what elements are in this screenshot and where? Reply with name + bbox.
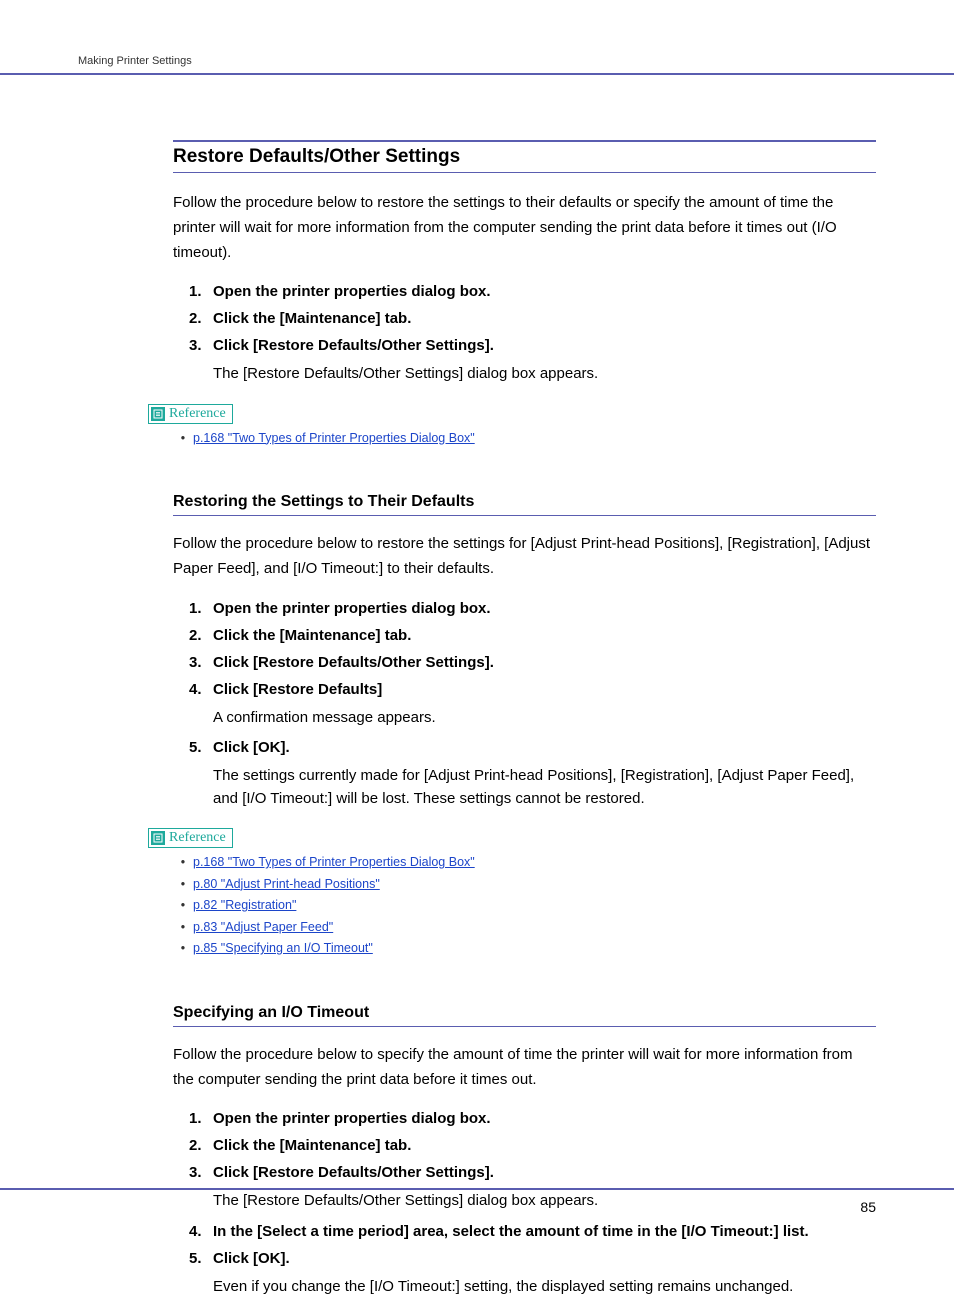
step-title: In the [Select a time period] area, sele…	[213, 1223, 876, 1240]
step-title: Open the printer properties dialog box.	[213, 1110, 876, 1127]
reference-link[interactable]: p.80 "Adjust Print-head Positions"	[193, 876, 380, 894]
reference-item: • p.168 "Two Types of Printer Properties…	[173, 430, 876, 448]
step-item: 5. Click [OK]. Even if you change the [I…	[189, 1250, 876, 1298]
step-title: Click [Restore Defaults/Other Settings].	[213, 1164, 876, 1181]
step-number: 1.	[189, 283, 213, 300]
step-title: Click the [Maintenance] tab.	[213, 627, 876, 644]
step-number: 1.	[189, 1110, 213, 1127]
step-item: 2. Click the [Maintenance] tab.	[189, 1137, 876, 1154]
reference-link[interactable]: p.82 "Registration"	[193, 897, 296, 915]
reference-link[interactable]: p.83 "Adjust Paper Feed"	[193, 919, 333, 937]
step-number: 2.	[189, 310, 213, 327]
reference-item: •p.168 "Two Types of Printer Properties …	[173, 854, 876, 872]
header-rule	[0, 73, 954, 75]
step-title: Click [OK].	[213, 739, 876, 756]
intro-text: Follow the procedure below to specify th…	[173, 1043, 876, 1093]
reference-item: •p.80 "Adjust Print-head Positions"	[173, 876, 876, 894]
reference-label: Reference	[169, 406, 226, 422]
reference-item: •p.82 "Registration"	[173, 897, 876, 915]
reference-icon	[151, 407, 165, 421]
reference-icon	[151, 831, 165, 845]
step-title: Click [Restore Defaults]	[213, 681, 876, 698]
step-item: 2. Click the [Maintenance] tab.	[189, 310, 876, 327]
reference-item: •p.83 "Adjust Paper Feed"	[173, 919, 876, 937]
step-item: 5. Click [OK]. The settings currently ma…	[189, 739, 876, 811]
subsection-title: Specifying an I/O Timeout	[173, 1004, 876, 1022]
bullet-icon: •	[173, 897, 193, 915]
step-item: 2. Click the [Maintenance] tab.	[189, 627, 876, 644]
step-title: Open the printer properties dialog box.	[213, 283, 876, 300]
section-title: Restore Defaults/Other Settings	[173, 140, 876, 168]
page-number: 85	[860, 1199, 876, 1215]
step-number: 5.	[189, 739, 213, 811]
step-title: Click [Restore Defaults/Other Settings].	[213, 654, 876, 671]
step-title: Click [Restore Defaults/Other Settings].	[213, 337, 876, 354]
subsection-title: Restoring the Settings to Their Defaults	[173, 493, 876, 511]
step-number: 4.	[189, 681, 213, 729]
bullet-icon: •	[173, 854, 193, 872]
step-note: The settings currently made for [Adjust …	[213, 764, 876, 811]
reference-item: •p.85 "Specifying an I/O Timeout"	[173, 940, 876, 958]
step-number: 1.	[189, 600, 213, 617]
step-title: Click the [Maintenance] tab.	[213, 310, 876, 327]
step-list: 1. Open the printer properties dialog bo…	[189, 600, 876, 811]
step-item: 3. Click [Restore Defaults/Other Setting…	[189, 337, 876, 385]
step-note: Even if you change the [I/O Timeout:] se…	[213, 1275, 876, 1298]
section-io-timeout: Specifying an I/O Timeout Follow the pro…	[173, 1004, 876, 1298]
step-title: Open the printer properties dialog box.	[213, 600, 876, 617]
step-item: 4. Click [Restore Defaults] A confirmati…	[189, 681, 876, 729]
step-number: 2.	[189, 1137, 213, 1154]
intro-text: Follow the procedure below to restore th…	[173, 532, 876, 582]
intro-text: Follow the procedure below to restore th…	[173, 191, 876, 265]
step-note: A confirmation message appears.	[213, 706, 876, 729]
step-item: 1. Open the printer properties dialog bo…	[189, 1110, 876, 1127]
step-note: The [Restore Defaults/Other Settings] di…	[213, 1189, 876, 1212]
bullet-icon: •	[173, 919, 193, 937]
bullet-icon: •	[173, 940, 193, 958]
step-title: Click the [Maintenance] tab.	[213, 1137, 876, 1154]
step-title: Click [OK].	[213, 1250, 876, 1267]
reference-link[interactable]: p.85 "Specifying an I/O Timeout"	[193, 940, 373, 958]
step-list: 1. Open the printer properties dialog bo…	[189, 283, 876, 385]
section-restore-defaults: Restore Defaults/Other Settings Follow t…	[173, 140, 876, 447]
reference-list: •p.168 "Two Types of Printer Properties …	[173, 854, 876, 958]
step-number: 4.	[189, 1223, 213, 1240]
title-underline	[173, 172, 876, 173]
step-item: 3. Click [Restore Defaults/Other Setting…	[189, 654, 876, 671]
reference-label: Reference	[169, 830, 226, 846]
step-item: 1. Open the printer properties dialog bo…	[189, 283, 876, 300]
reference-link[interactable]: p.168 "Two Types of Printer Properties D…	[193, 854, 475, 872]
step-number: 2.	[189, 627, 213, 644]
step-number: 5.	[189, 1250, 213, 1298]
reference-link[interactable]: p.168 "Two Types of Printer Properties D…	[193, 430, 475, 448]
title-underline	[173, 1026, 876, 1027]
reference-list: • p.168 "Two Types of Printer Properties…	[173, 430, 876, 448]
reference-tag: Reference	[148, 828, 233, 848]
bullet-icon: •	[173, 876, 193, 894]
step-number: 3.	[189, 337, 213, 385]
step-note: The [Restore Defaults/Other Settings] di…	[213, 362, 876, 385]
section-restoring-settings: Restoring the Settings to Their Defaults…	[173, 493, 876, 958]
reference-tag: Reference	[148, 404, 233, 424]
step-item: 1. Open the printer properties dialog bo…	[189, 600, 876, 617]
bullet-icon: •	[173, 430, 193, 448]
step-item: 4. In the [Select a time period] area, s…	[189, 1223, 876, 1240]
footer-rule	[0, 1188, 954, 1190]
breadcrumb: Making Printer Settings	[78, 55, 876, 67]
step-number: 3.	[189, 654, 213, 671]
title-underline	[173, 515, 876, 516]
